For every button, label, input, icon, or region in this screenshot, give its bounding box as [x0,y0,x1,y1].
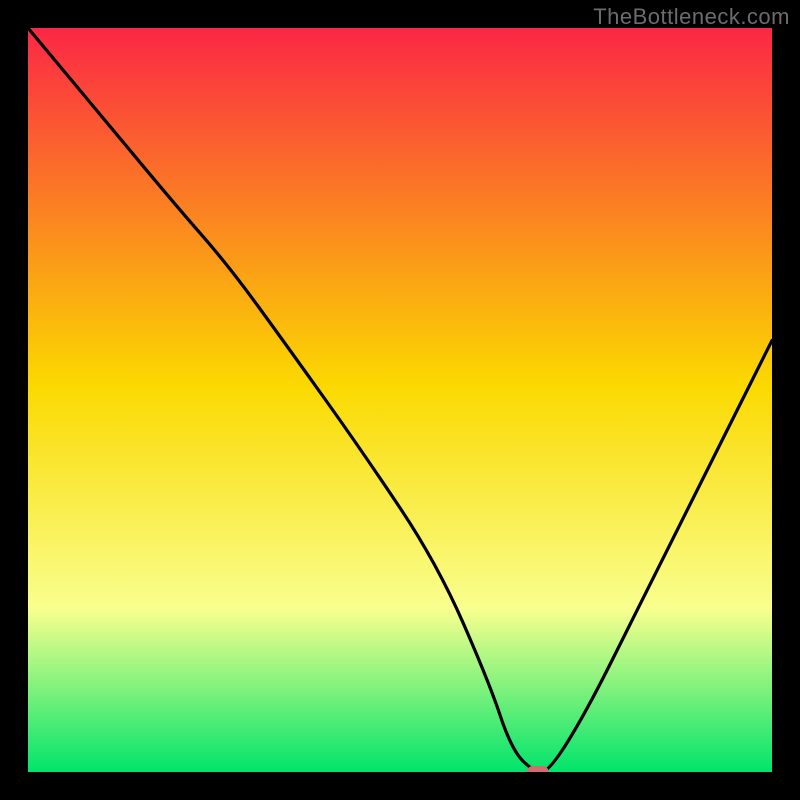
watermark-text: TheBottleneck.com [593,4,790,30]
plot-area [28,28,772,772]
chart-stage: TheBottleneck.com [0,0,800,800]
optimum-marker [527,766,549,772]
chart-svg [28,28,772,772]
gradient-background [28,28,772,772]
